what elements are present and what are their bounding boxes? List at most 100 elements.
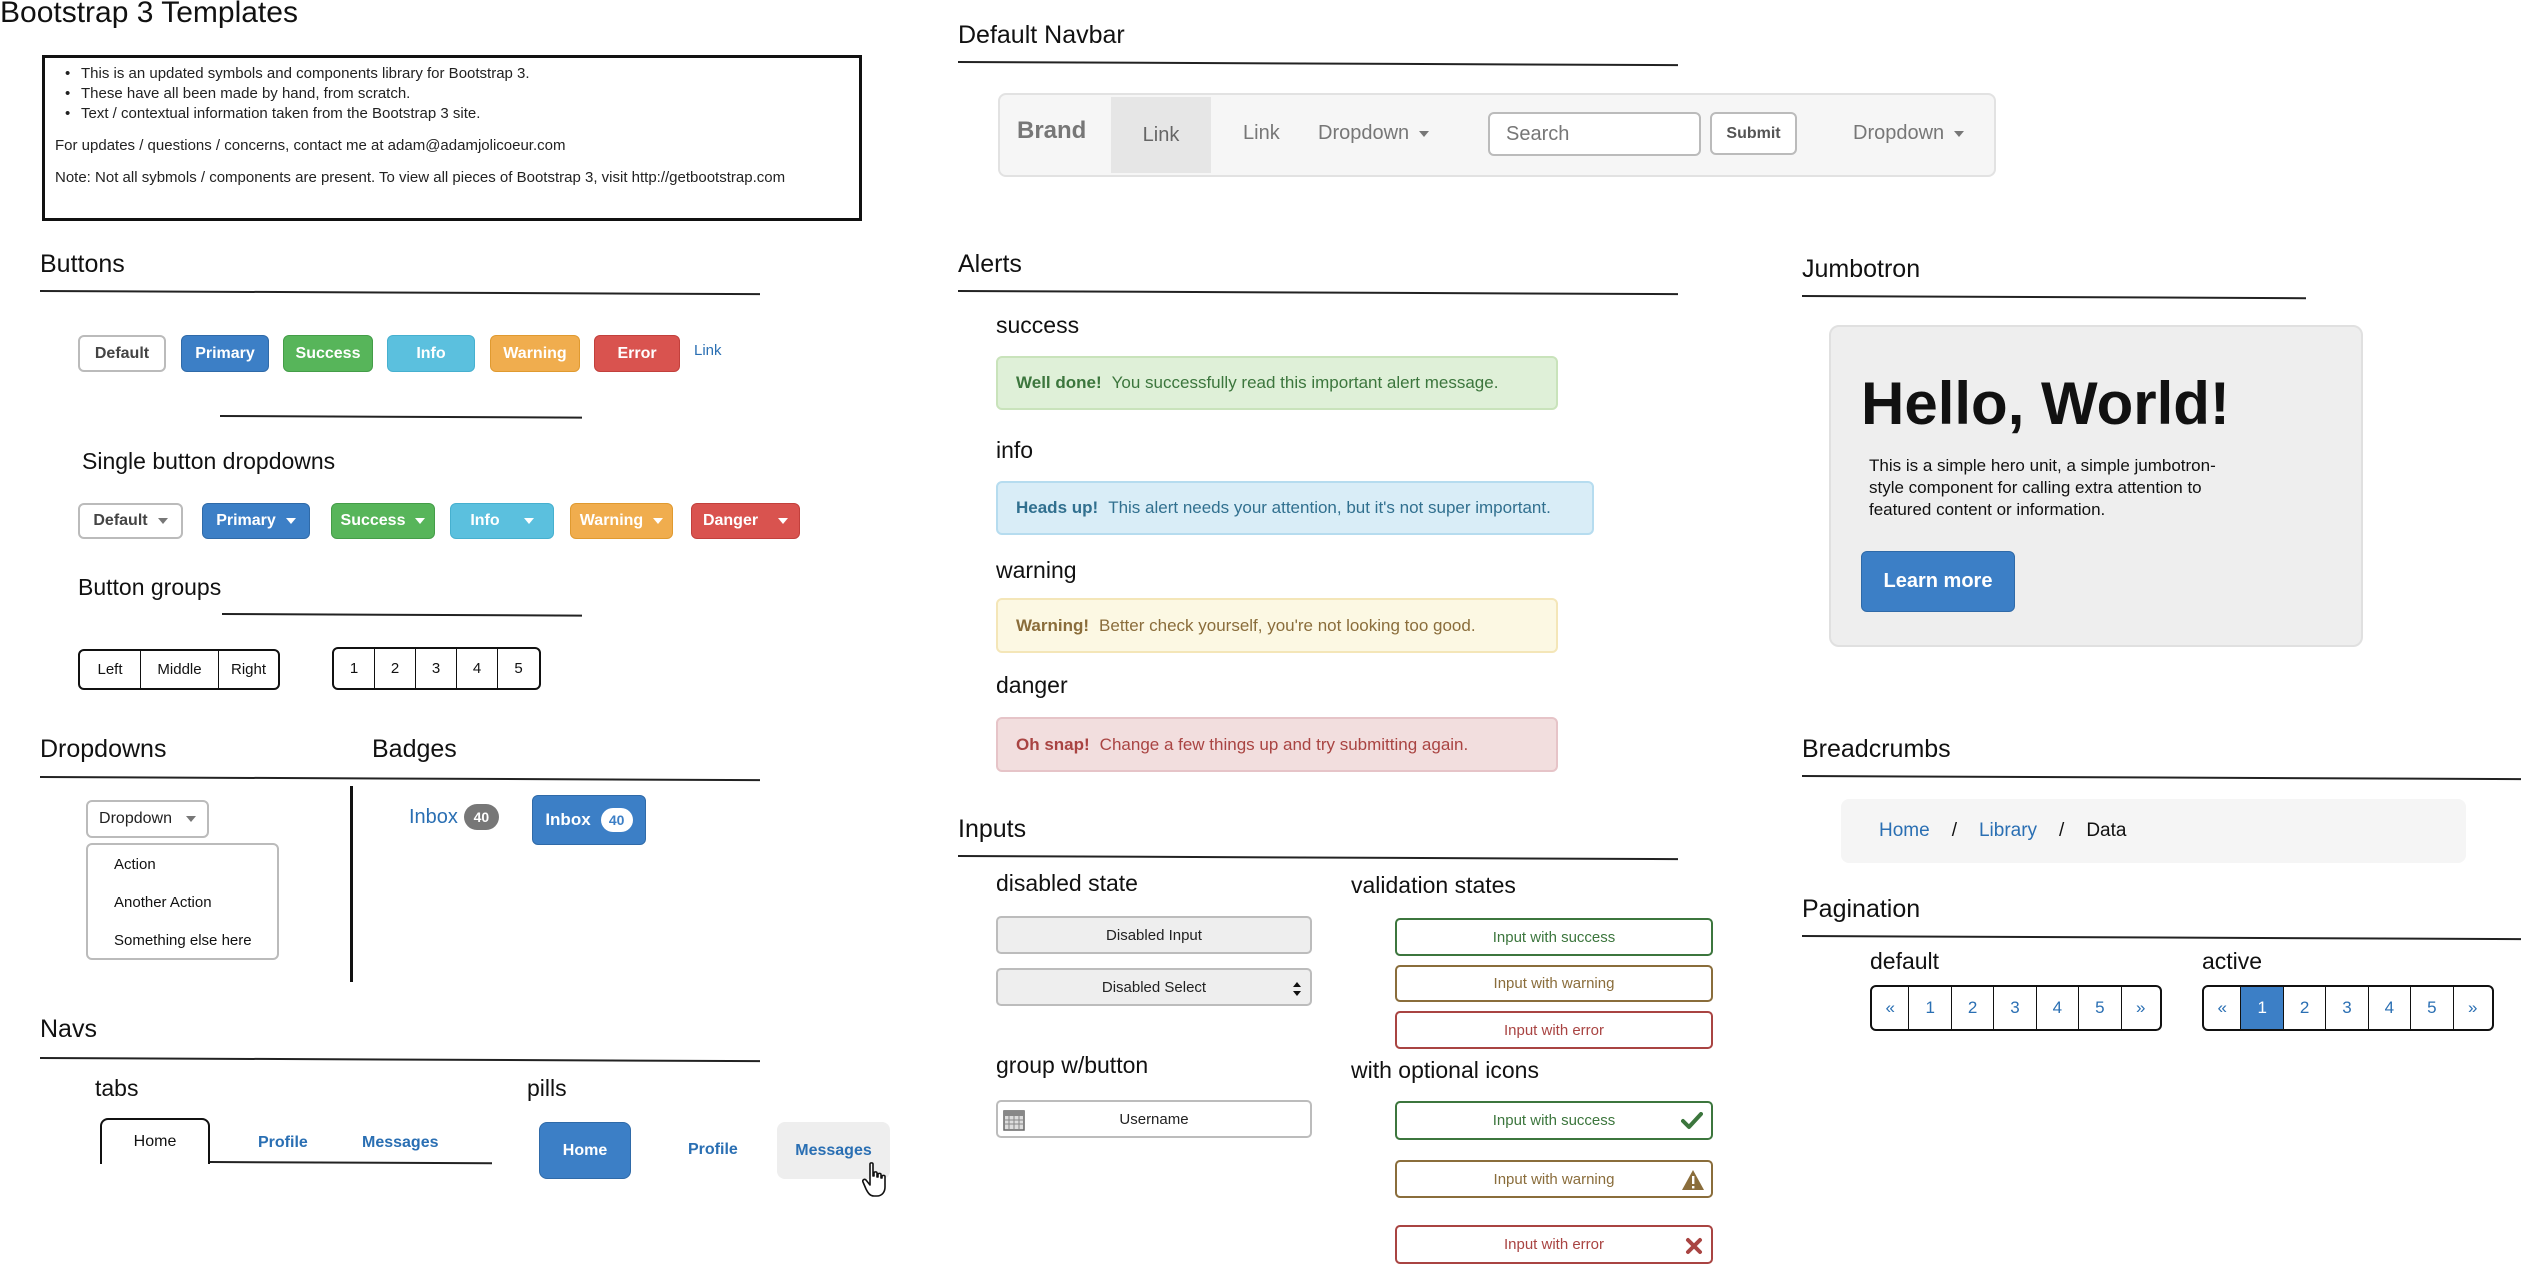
info-button[interactable]: Info bbox=[387, 335, 475, 372]
number-button-group: 1 2 3 4 5 bbox=[332, 647, 541, 690]
dropdown-menu-item[interactable]: Another Action bbox=[88, 883, 277, 921]
caret-down-icon bbox=[285, 518, 296, 524]
caret-down-icon bbox=[653, 518, 664, 524]
pagination-page-active[interactable]: 1 bbox=[2241, 987, 2284, 1029]
pagination-page[interactable]: 2 bbox=[2284, 987, 2327, 1029]
default-button[interactable]: Default bbox=[78, 335, 166, 372]
group-button-5[interactable]: 5 bbox=[498, 649, 539, 688]
pagination-next[interactable]: » bbox=[2122, 987, 2160, 1029]
dropdown-label: Dropdown bbox=[99, 810, 172, 827]
dropdown-label: Primary bbox=[216, 512, 276, 529]
navbar: Brand Link Link Dropdown Search Submit D… bbox=[998, 93, 1996, 177]
caret-down-icon bbox=[778, 518, 789, 524]
dropdown-label: Danger bbox=[702, 512, 759, 529]
pill-home[interactable]: Home bbox=[539, 1122, 631, 1179]
pagination-page[interactable]: 5 bbox=[2079, 987, 2122, 1029]
tab-messages[interactable]: Messages bbox=[362, 1134, 439, 1152]
page-title: Bootstrap 3 Templates bbox=[0, 0, 298, 29]
info-dropdown-button[interactable]: Info bbox=[450, 503, 554, 539]
pagination-page[interactable]: 3 bbox=[2326, 987, 2369, 1029]
pagination-page[interactable]: 4 bbox=[2037, 987, 2080, 1029]
input-warning-with-icon[interactable]: Input with warning bbox=[1395, 1160, 1713, 1198]
inbox-link[interactable]: Inbox 40 bbox=[409, 804, 499, 830]
buttons-heading: Buttons bbox=[40, 250, 125, 278]
alert-warning: Warning! Better check yourself, you're no… bbox=[996, 598, 1558, 653]
alert-danger: Oh snap! Change a few things up and try s… bbox=[996, 717, 1558, 772]
pagination-heading: Pagination bbox=[1802, 895, 1921, 923]
jumbotron: Hello, World! This is a simple hero unit… bbox=[1829, 325, 2363, 647]
success-button[interactable]: Success bbox=[283, 335, 373, 372]
tabs-heading: tabs bbox=[95, 1075, 139, 1101]
dropdown-label: Info bbox=[470, 512, 500, 529]
navbar-dropdown[interactable]: Dropdown bbox=[1318, 122, 1430, 145]
pagination-page[interactable]: 2 bbox=[1952, 987, 1995, 1029]
alert-strong: Warning! bbox=[1016, 615, 1090, 635]
input-warning[interactable]: Input with warning bbox=[1395, 965, 1713, 1002]
inputs-heading: Inputs bbox=[958, 815, 1027, 843]
divider bbox=[957, 61, 1678, 67]
warning-dropdown-button[interactable]: Warning bbox=[570, 503, 673, 539]
tab-profile[interactable]: Profile bbox=[258, 1134, 308, 1152]
error-button[interactable]: Error bbox=[594, 335, 680, 372]
danger-dropdown-button[interactable]: Danger bbox=[691, 503, 800, 539]
disabled-state-heading: disabled state bbox=[996, 870, 1138, 896]
breadcrumb-home[interactable]: Home bbox=[1879, 820, 1930, 842]
primary-button[interactable]: Primary bbox=[181, 335, 269, 372]
navbar-link-active[interactable]: Link bbox=[1111, 97, 1211, 173]
disabled-input[interactable]: Disabled Input bbox=[996, 916, 1312, 954]
dropdown-toggle[interactable]: Dropdown bbox=[86, 800, 209, 838]
pagination-page[interactable]: 5 bbox=[2411, 987, 2454, 1029]
alert-text: Better check yourself, you're not lookin… bbox=[1099, 615, 1476, 635]
input-success-with-icon[interactable]: Input with success bbox=[1395, 1101, 1713, 1140]
alert-strong: Well done! bbox=[1016, 373, 1102, 392]
tabs-baseline bbox=[209, 1161, 493, 1165]
pill-profile[interactable]: Profile bbox=[688, 1141, 738, 1159]
divider bbox=[221, 613, 583, 617]
navbar-link[interactable]: Link bbox=[1243, 122, 1280, 145]
badges-heading: Badges bbox=[372, 735, 457, 763]
navbar-search-input[interactable]: Search bbox=[1488, 112, 1701, 156]
input-error-with-icon[interactable]: Input with error bbox=[1395, 1225, 1713, 1264]
pagination-prev[interactable]: « bbox=[2204, 987, 2242, 1029]
navbar-dropdown-right[interactable]: Dropdown bbox=[1853, 122, 1965, 145]
group-button-2[interactable]: 2 bbox=[375, 649, 416, 688]
calendar-icon bbox=[1003, 1110, 1025, 1131]
inbox-count-badge: 40 bbox=[600, 808, 633, 832]
inbox-button[interactable]: Inbox 40 bbox=[532, 795, 646, 845]
navbar-brand[interactable]: Brand bbox=[1017, 117, 1086, 145]
pagination-page[interactable]: 1 bbox=[1909, 987, 1952, 1029]
disabled-select[interactable]: Disabled Select bbox=[996, 968, 1312, 1006]
group-button-3[interactable]: 3 bbox=[416, 649, 457, 688]
success-dropdown-button[interactable]: Success bbox=[331, 503, 435, 539]
default-dropdown-button[interactable]: Default bbox=[78, 503, 183, 539]
warning-button[interactable]: Warning bbox=[490, 335, 580, 372]
input-success[interactable]: Input with success bbox=[1395, 918, 1713, 956]
pagination-page[interactable]: 3 bbox=[1994, 987, 2037, 1029]
group-button-4[interactable]: 4 bbox=[457, 649, 498, 688]
pagination-prev[interactable]: « bbox=[1872, 987, 1910, 1029]
group-button-right[interactable]: Right bbox=[219, 651, 278, 688]
alert-text: Change a few things up and try submittin… bbox=[1099, 734, 1469, 754]
primary-dropdown-button[interactable]: Primary bbox=[202, 503, 310, 539]
caret-down-icon bbox=[415, 518, 426, 524]
breadcrumb-library[interactable]: Library bbox=[1979, 820, 2037, 842]
input-error[interactable]: Input with error bbox=[1395, 1011, 1713, 1049]
tab-home[interactable]: Home bbox=[100, 1118, 210, 1164]
group-button-middle[interactable]: Middle bbox=[141, 651, 219, 688]
single-dropdowns-heading: Single button dropdowns bbox=[82, 448, 336, 474]
dropdown-menu-item[interactable]: Action bbox=[88, 845, 277, 883]
navbar-submit-button[interactable]: Submit bbox=[1710, 112, 1797, 155]
group-button-1[interactable]: 1 bbox=[334, 649, 375, 688]
intro-box: This is an updated symbols and component… bbox=[42, 55, 862, 221]
caret-down-icon bbox=[1419, 130, 1430, 137]
pagination-next[interactable]: » bbox=[2454, 987, 2492, 1029]
divider bbox=[957, 855, 1678, 861]
group-button-left[interactable]: Left bbox=[80, 651, 141, 688]
dropdown-menu-item[interactable]: Something else here bbox=[88, 921, 277, 959]
learn-more-button[interactable]: Learn more bbox=[1861, 551, 2015, 612]
select-arrows-icon bbox=[1293, 982, 1301, 996]
alert-text: This alert needs your attention, but it'… bbox=[1108, 498, 1551, 517]
pagination-page[interactable]: 4 bbox=[2369, 987, 2412, 1029]
link-button[interactable]: Link bbox=[694, 342, 722, 359]
username-input-group[interactable]: Username bbox=[996, 1100, 1312, 1138]
